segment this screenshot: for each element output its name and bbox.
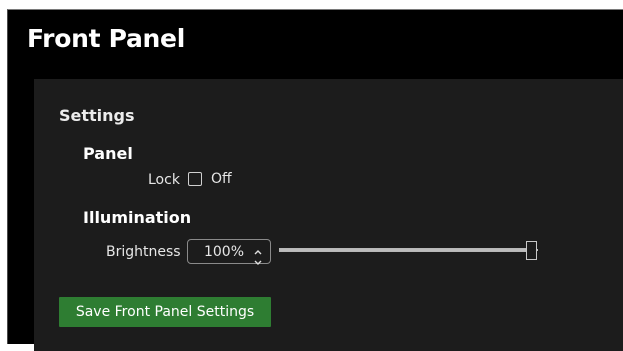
brightness-slider-fill <box>280 249 538 251</box>
brightness-spinbox[interactable]: 100% <box>187 239 271 265</box>
spin-arrows <box>252 242 264 265</box>
brightness-value: 100% <box>203 244 244 260</box>
lock-state-text: Off <box>211 171 232 187</box>
page-title: Front Panel <box>27 24 185 53</box>
lock-checkbox[interactable] <box>188 172 202 186</box>
panel-group-heading: Panel <box>83 144 133 163</box>
settings-heading: Settings <box>59 106 135 125</box>
brightness-slider[interactable] <box>279 248 538 252</box>
chevron-up-icon[interactable] <box>252 242 264 255</box>
illumination-group-heading: Illumination <box>83 208 192 227</box>
brightness-label: Brightness <box>106 244 181 260</box>
chevron-down-icon[interactable] <box>252 252 264 265</box>
save-front-panel-settings-button[interactable]: Save Front Panel Settings <box>59 297 271 327</box>
lock-label: Lock <box>148 172 180 188</box>
brightness-slider-thumb[interactable] <box>526 241 537 260</box>
settings-panel: Settings Panel Lock Off Illumination Bri… <box>34 79 623 351</box>
front-panel-window: Front Panel Settings Panel Lock Off Illu… <box>7 9 623 351</box>
